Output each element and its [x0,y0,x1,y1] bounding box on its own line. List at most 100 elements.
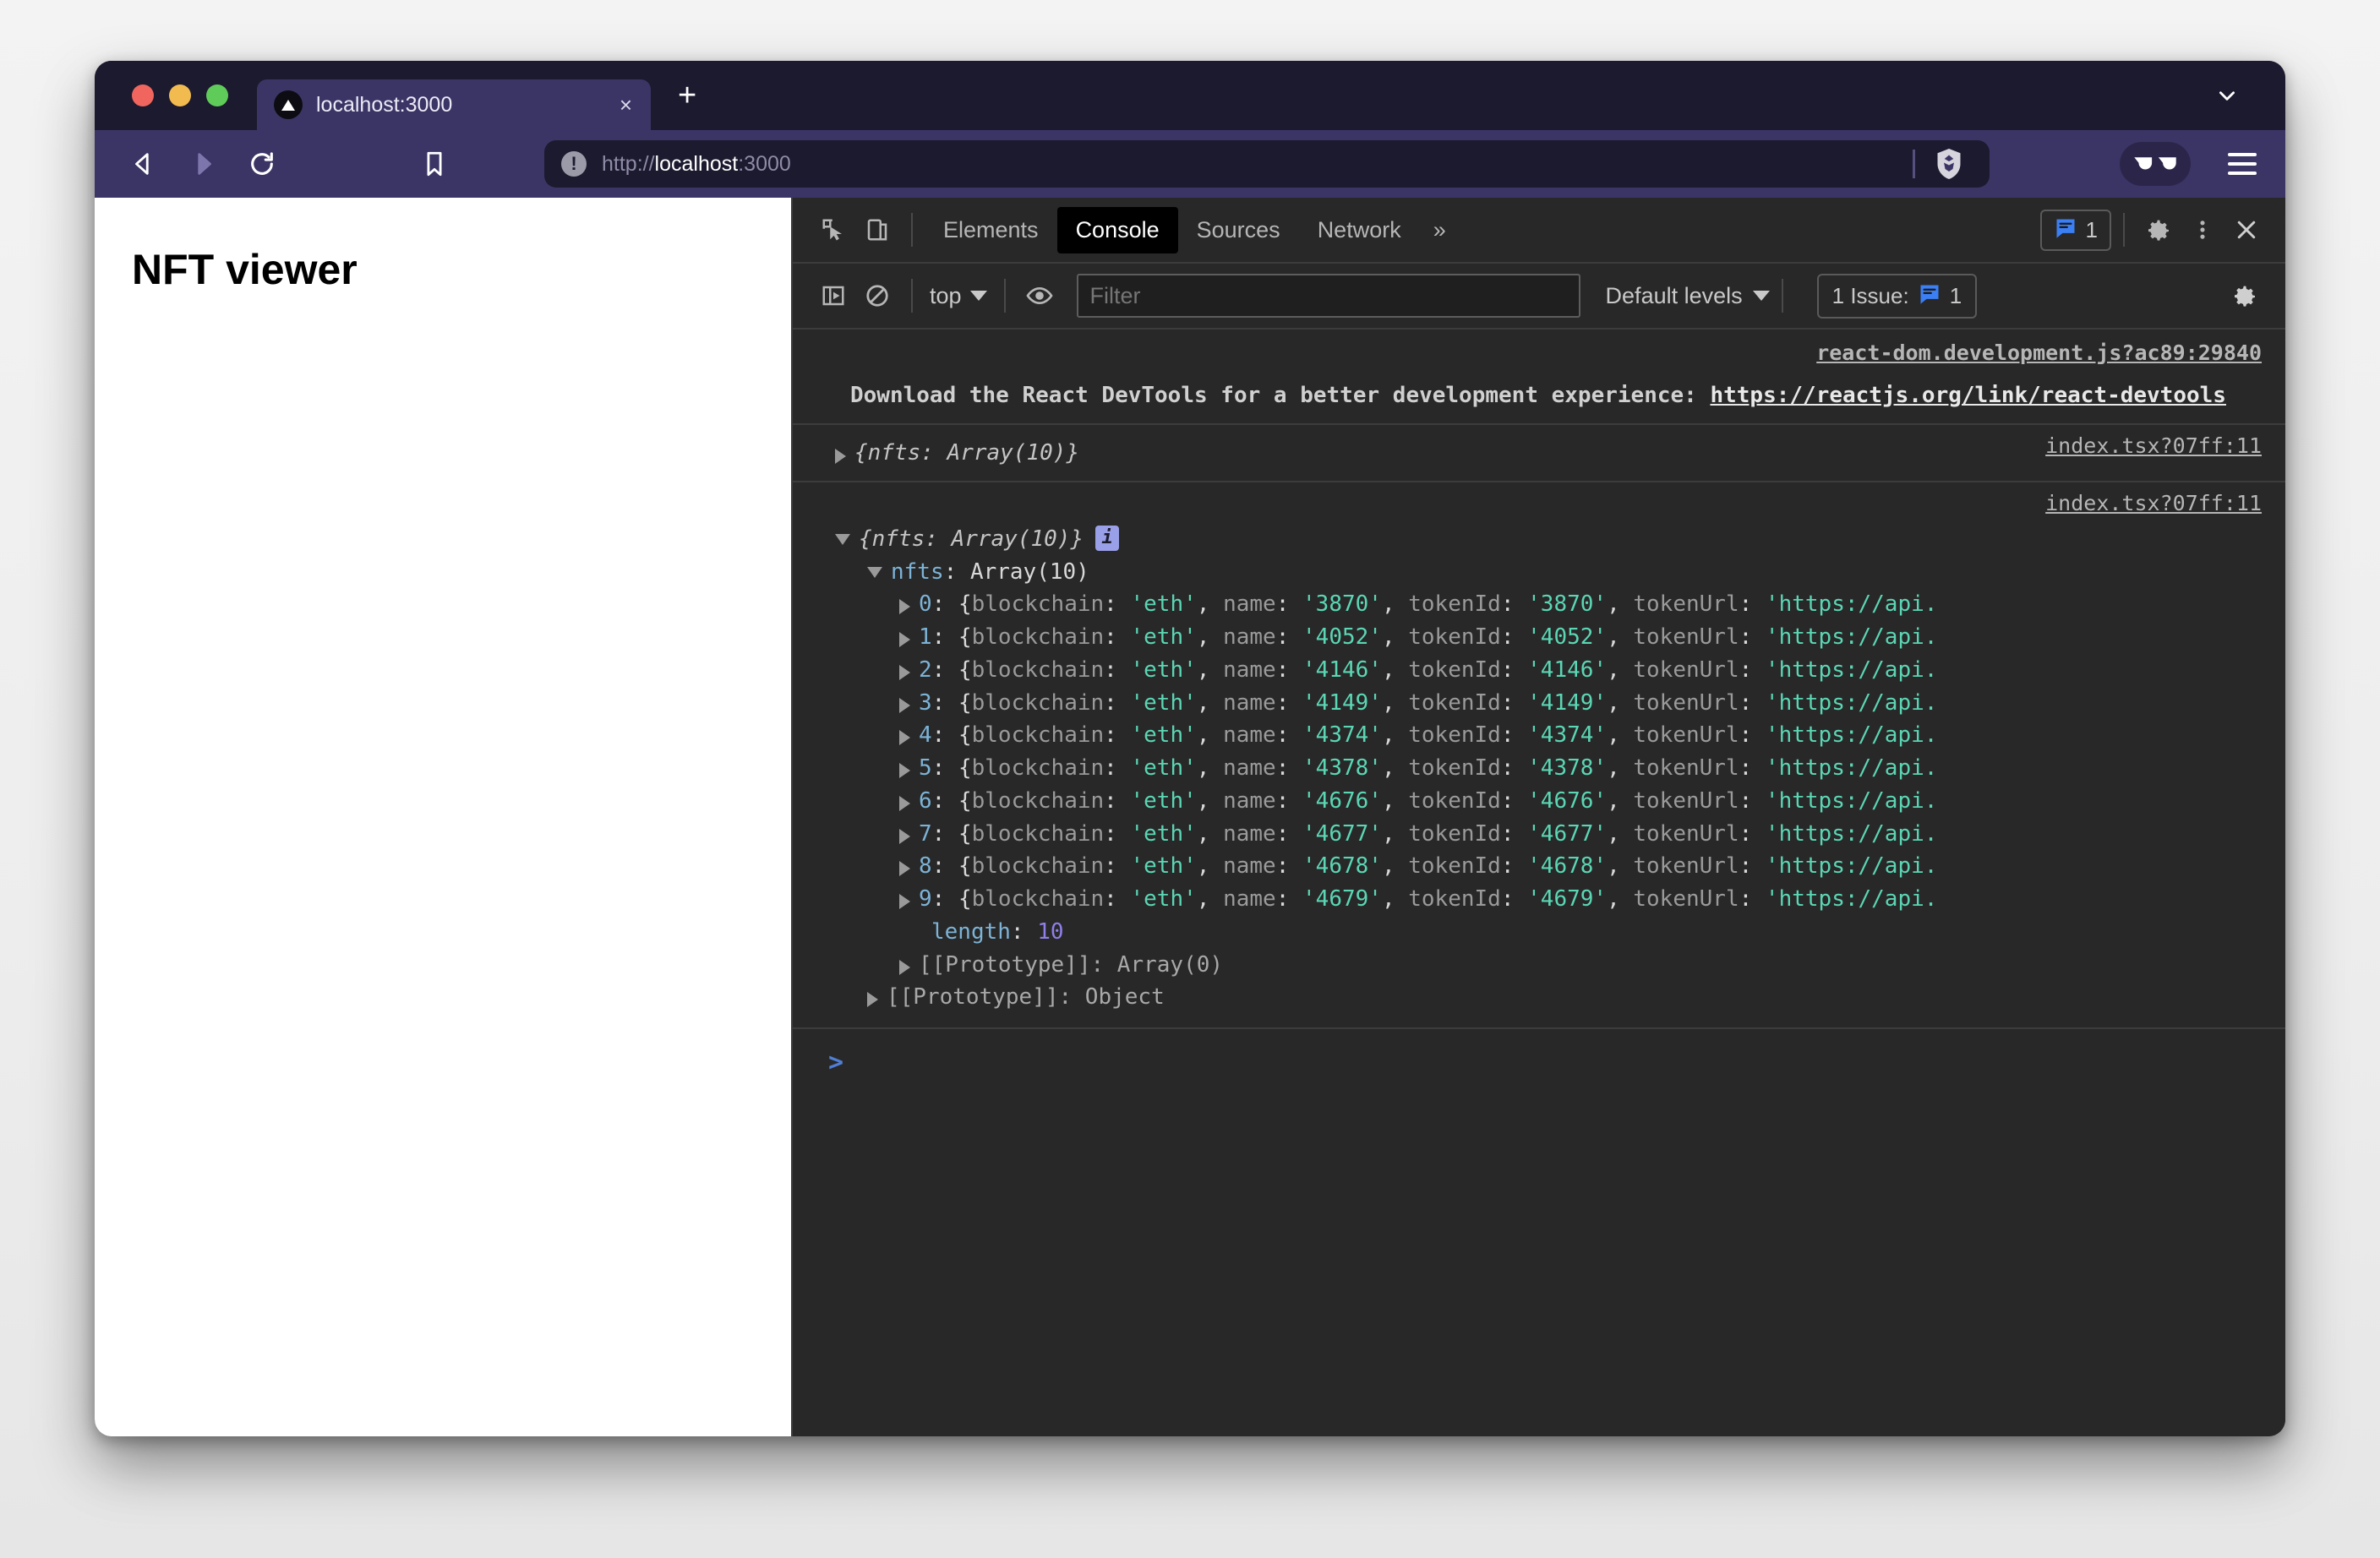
expand-triangle-icon[interactable] [899,861,910,877]
reload-icon[interactable] [238,140,286,188]
console-message-react-devtools[interactable]: react-dom.development.js?ac89:29840 Down… [793,330,2285,425]
react-devtools-link[interactable]: https://reactjs.org/link/react-devtools [1710,383,2225,408]
key-tokenurl: tokenUrl [1633,591,1739,618]
toolbar-divider-2 [2123,213,2125,247]
key-blockchain: blockchain [971,853,1105,880]
expand-triangle-icon[interactable] [835,448,846,464]
tab-title: localhost:3000 [316,92,453,117]
key-blockchain: blockchain [971,820,1105,847]
expand-triangle-icon[interactable] [899,664,910,680]
tab-elements[interactable]: Elements [925,207,1057,253]
key-blockchain: blockchain [971,689,1105,716]
nfts-property-row[interactable]: nfts: Array(10) [793,556,2285,589]
log-levels-select[interactable]: Default levels [1606,283,1770,309]
console-message-expanded-object[interactable]: index.tsx?07ff:11 {nfts: Array(10)} i nf… [793,482,2285,1030]
filter-input[interactable] [1076,274,1580,318]
tab-close-icon[interactable]: × [613,90,639,119]
execution-context-select[interactable]: top [925,283,992,309]
forward-icon[interactable] [179,140,227,188]
key-tokenurl: tokenUrl [1633,853,1739,880]
message-count-badge[interactable]: 1 [2039,209,2111,251]
key-blockchain: blockchain [971,755,1105,782]
value-blockchain: 'eth' [1130,591,1197,618]
console-sidebar-icon[interactable] [811,274,855,318]
expand-triangle-icon[interactable] [867,992,878,1008]
console-settings-gear-icon[interactable] [2223,274,2267,318]
array-prototype-row[interactable]: [[Prototype]]: Array(0) [793,949,2285,982]
console-message-collapsed-object[interactable]: index.tsx?07ff:11 {nfts: Array(10)} [793,425,2285,482]
chevron-down-icon[interactable] [2216,84,2238,106]
inspect-element-icon[interactable] [811,208,855,252]
array-item-row[interactable]: 4: {blockchain: 'eth', name: '4374', tok… [793,719,2285,752]
array-item-row[interactable]: 3: {blockchain: 'eth', name: '4149', tok… [793,687,2285,720]
expand-triangle-icon[interactable] [899,599,910,615]
back-icon[interactable] [120,140,167,188]
expand-triangle-icon[interactable] [899,730,910,746]
tab-console[interactable]: Console [1056,206,1178,253]
array-item-row[interactable]: 9: {blockchain: 'eth', name: '4679', tok… [793,883,2285,916]
value-blockchain: 'eth' [1130,886,1197,912]
live-expression-eye-icon[interactable] [1018,274,1062,318]
object-prototype-row[interactable]: [[Prototype]]: Object [793,981,2285,1014]
bookmark-icon[interactable] [411,140,458,188]
console-message-source[interactable]: react-dom.development.js?ac89:29840 [1816,338,2262,368]
window-minimize-button[interactable] [169,84,191,106]
close-devtools-icon[interactable] [2224,208,2268,252]
array-item-row[interactable]: 5: {blockchain: 'eth', name: '4378', tok… [793,752,2285,785]
expand-triangle-icon[interactable] [899,795,910,811]
console-message-source[interactable]: index.tsx?07ff:11 [2045,491,2262,515]
value-tokenurl: 'https://api. [1765,853,1938,880]
expand-triangle-icon[interactable] [899,632,910,648]
url-bar[interactable]: ! http://localhost:3000 [544,140,1990,188]
value-blockchain: 'eth' [1130,656,1197,683]
prompt-caret-icon: > [828,1048,844,1078]
chevron-down-icon [969,291,987,301]
tab-strip: localhost:3000 × + [95,61,2285,130]
object-root-row[interactable]: {nfts: Array(10)} i [793,523,2285,556]
array-item-row[interactable]: 7: {blockchain: 'eth', name: '4677', tok… [793,818,2285,851]
value-name: '4052' [1302,624,1382,651]
expand-triangle-icon[interactable] [899,894,910,910]
issues-badge[interactable]: 1 Issue: 1 [1816,273,1978,319]
console-message-source[interactable]: index.tsx?07ff:11 [2045,433,2262,458]
not-secure-icon[interactable]: ! [561,151,587,177]
expand-triangle-icon[interactable] [899,959,910,975]
browser-menu-icon[interactable] [2228,153,2257,175]
expand-triangle-icon[interactable] [899,828,910,844]
array-item-row[interactable]: 6: {blockchain: 'eth', name: '4676', tok… [793,785,2285,818]
info-badge-icon[interactable]: i [1095,525,1120,551]
collapse-triangle-icon[interactable] [867,566,882,578]
new-tab-button[interactable]: + [678,79,696,112]
browser-tab[interactable]: localhost:3000 × [257,79,651,130]
window-maximize-button[interactable] [206,84,228,106]
array-item-row[interactable]: 2: {blockchain: 'eth', name: '4146', tok… [793,654,2285,687]
collapse-triangle-icon[interactable] [835,533,850,545]
console-output[interactable]: react-dom.development.js?ac89:29840 Down… [793,330,2285,1436]
clear-console-icon[interactable] [855,274,899,318]
tab-network[interactable]: Network [1299,207,1420,253]
console-prompt[interactable]: > [793,1029,2285,1077]
array-item-row[interactable]: 8: {blockchain: 'eth', name: '4678', tok… [793,850,2285,883]
reader-mode-button[interactable] [2120,142,2191,186]
key-tokenid: tokenId [1408,689,1501,716]
devtools-more-options-icon[interactable] [2181,208,2224,252]
value-name: '4378' [1302,755,1382,782]
settings-gear-icon[interactable] [2137,208,2181,252]
tab-sources[interactable]: Sources [1178,207,1299,253]
array-item-row[interactable]: 1: {blockchain: 'eth', name: '4052', tok… [793,621,2285,654]
length-key: length [931,918,1011,945]
more-tabs-icon[interactable]: » [1420,210,1460,250]
expand-triangle-icon[interactable] [899,697,910,713]
value-tokenid: '4679' [1527,886,1608,912]
value-name: '4374' [1302,722,1382,749]
content-area: NFT viewer Elements Console Sources Netw… [95,198,2285,1436]
length-value: 10 [1037,918,1064,945]
window-close-button[interactable] [132,84,154,106]
array-index: 8 [919,853,932,880]
device-toolbar-icon[interactable] [855,208,899,252]
key-tokenurl: tokenUrl [1633,886,1739,912]
url-text: http://localhost:3000 [602,151,791,176]
expand-triangle-icon[interactable] [899,763,910,779]
array-item-row[interactable]: 0: {blockchain: 'eth', name: '3870', tok… [793,588,2285,621]
brave-shield-icon[interactable] [1934,147,1964,181]
